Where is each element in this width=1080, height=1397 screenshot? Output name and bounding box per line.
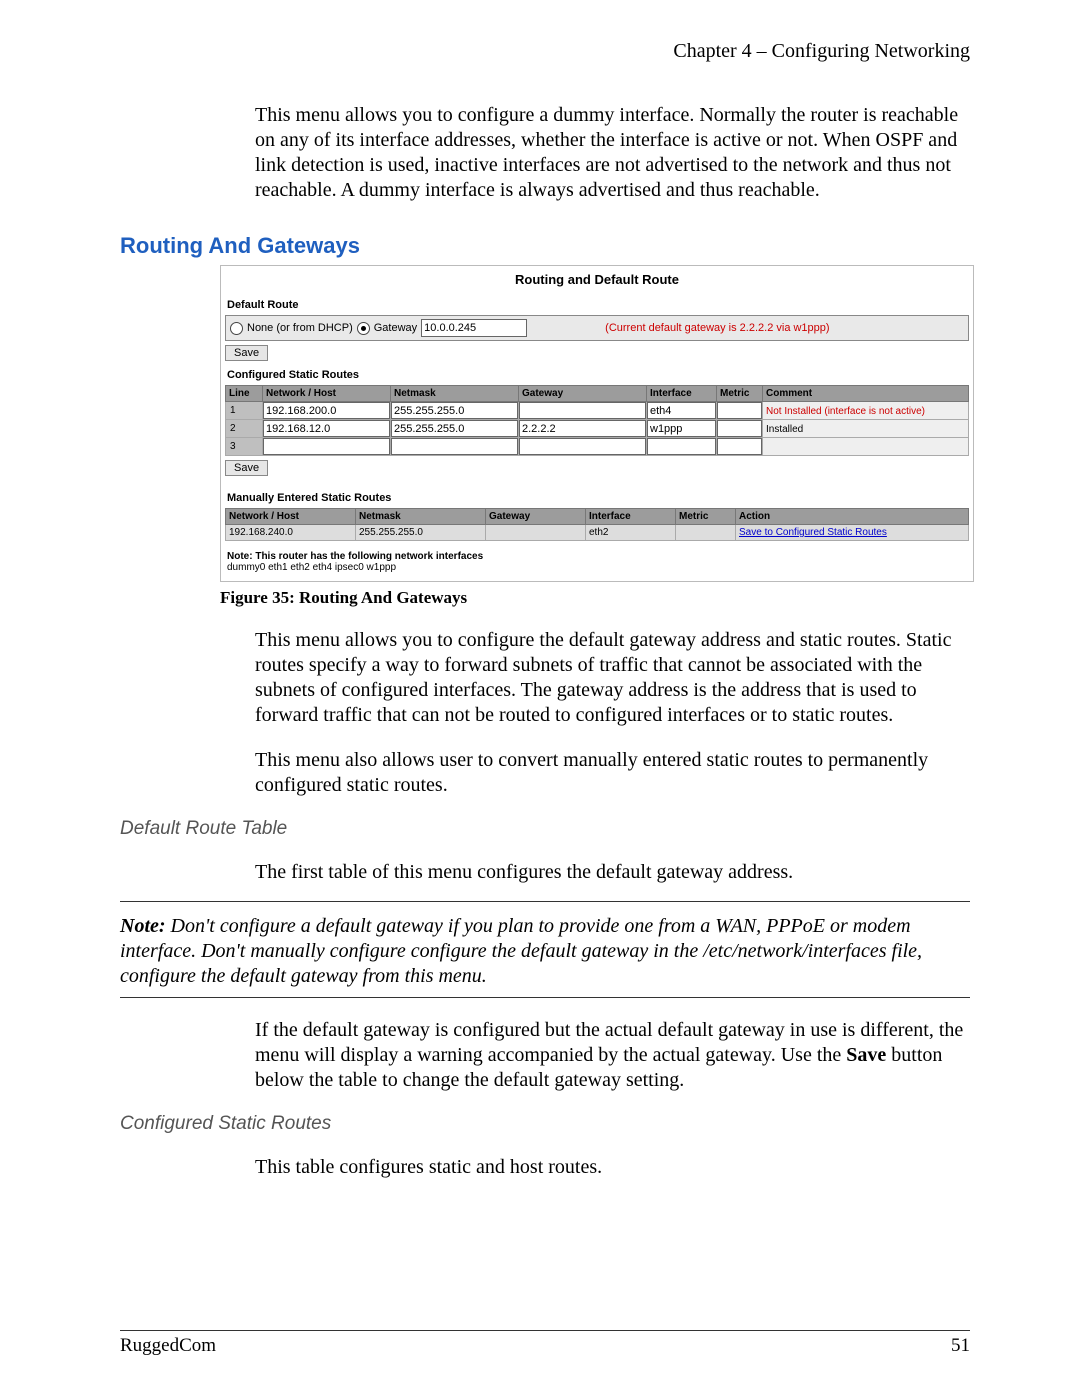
routing-panel: Routing and Default Route Default Route … (220, 265, 974, 582)
table-row: 3 (226, 438, 969, 456)
panel-iface-list: dummy0 eth1 eth2 eth4 ipsec0 w1ppp (221, 562, 973, 581)
sub1-after: If the default gateway is configured but… (255, 1018, 970, 1093)
mrow-metric (676, 525, 736, 541)
subsection-default-route-table: Default Route Table (120, 818, 970, 840)
note-lead: Note: (120, 915, 166, 937)
footer-left: RuggedCom (120, 1335, 216, 1357)
row-interface-input[interactable] (647, 438, 716, 455)
row-network-input[interactable] (263, 402, 390, 419)
row-interface-input[interactable] (647, 420, 716, 437)
row-network-input[interactable] (263, 420, 390, 437)
table-row: 192.168.240.0 255.255.255.0 eth2 Save to… (226, 525, 969, 541)
col-network: Network / Host (263, 386, 391, 402)
intro-paragraph: This menu allows you to configure a dumm… (255, 103, 970, 203)
mcol-metric: Metric (676, 509, 736, 525)
sub1-text: The first table of this menu configures … (255, 860, 970, 885)
row-interface-input[interactable] (647, 402, 716, 419)
mcol-network: Network / Host (226, 509, 356, 525)
radio-none[interactable] (230, 322, 243, 335)
sub2-text: This table configures static and host ro… (255, 1155, 970, 1180)
col-netmask: Netmask (391, 386, 519, 402)
divider (120, 901, 970, 902)
mrow-network: 192.168.240.0 (226, 525, 356, 541)
subsection-configured-static-routes: Configured Static Routes (120, 1113, 970, 1135)
row-gateway-input[interactable] (519, 402, 646, 419)
row-metric-input[interactable] (717, 438, 762, 455)
chapter-header: Chapter 4 – Configuring Networking (120, 40, 970, 63)
mrow-netmask: 255.255.255.0 (356, 525, 486, 541)
mrow-gateway (486, 525, 586, 541)
mcol-gateway: Gateway (486, 509, 586, 525)
note-block: Note: Don't configure a default gateway … (120, 914, 970, 989)
save-button-1[interactable]: Save (225, 345, 268, 361)
row-line: 1 (226, 402, 263, 420)
row-line: 2 (226, 420, 263, 438)
panel-note: Note: This router has the following netw… (221, 541, 973, 562)
row-netmask-input[interactable] (391, 438, 518, 455)
col-comment: Comment (763, 386, 969, 402)
configured-routes-table: Line Network / Host Netmask Gateway Inte… (225, 385, 969, 456)
row-comment: Not Installed (interface is not active) (763, 406, 925, 417)
row-netmask-input[interactable] (391, 402, 518, 419)
figure-caption: Figure 35: Routing And Gateways (220, 588, 970, 608)
row-comment (763, 442, 766, 453)
radio-gateway[interactable] (357, 322, 370, 335)
footer-right: 51 (951, 1335, 970, 1357)
current-default-warning: (Current default gateway is 2.2.2.2 via … (605, 322, 829, 334)
after-para-2: This menu also allows user to convert ma… (255, 748, 970, 798)
row-gateway-input[interactable] (519, 438, 646, 455)
save-to-configured-link[interactable]: Save to Configured Static Routes (739, 527, 887, 538)
section-title-routing: Routing And Gateways (120, 233, 970, 259)
radio-none-label: None (or from DHCP) (247, 322, 353, 334)
col-interface: Interface (647, 386, 717, 402)
row-network-input[interactable] (263, 438, 390, 455)
col-line: Line (226, 386, 263, 402)
default-route-bar: None (or from DHCP) Gateway (Current def… (225, 315, 969, 341)
table-row: 1 Not Installed (interface is not active… (226, 402, 969, 420)
manual-routes-table: Network / Host Netmask Gateway Interface… (225, 508, 969, 541)
col-metric: Metric (717, 386, 763, 402)
row-comment: Installed (763, 424, 803, 435)
panel-title: Routing and Default Route (221, 266, 973, 295)
row-netmask-input[interactable] (391, 420, 518, 437)
configured-routes-label: Configured Static Routes (221, 365, 973, 385)
manual-routes-label: Manually Entered Static Routes (221, 488, 973, 508)
mrow-interface: eth2 (586, 525, 676, 541)
divider (120, 997, 970, 998)
row-metric-input[interactable] (717, 420, 762, 437)
sub1-after-bold: Save (846, 1044, 886, 1066)
save-button-2[interactable]: Save (225, 460, 268, 476)
mcol-interface: Interface (586, 509, 676, 525)
table-header-row: Line Network / Host Netmask Gateway Inte… (226, 386, 969, 402)
mcol-action: Action (736, 509, 969, 525)
col-gateway: Gateway (519, 386, 647, 402)
after-para-1: This menu allows you to configure the de… (255, 628, 970, 728)
row-line: 3 (226, 438, 263, 456)
radio-gateway-label: Gateway (374, 322, 417, 334)
gateway-input[interactable] (421, 319, 527, 337)
mcol-netmask: Netmask (356, 509, 486, 525)
table-row: 2 Installed (226, 420, 969, 438)
page-footer: RuggedCom 51 (120, 1330, 970, 1357)
row-metric-input[interactable] (717, 402, 762, 419)
note-body: Don't configure a default gateway if you… (120, 915, 922, 987)
default-route-label: Default Route (221, 295, 973, 315)
row-gateway-input[interactable] (519, 420, 646, 437)
table-header-row: Network / Host Netmask Gateway Interface… (226, 509, 969, 525)
